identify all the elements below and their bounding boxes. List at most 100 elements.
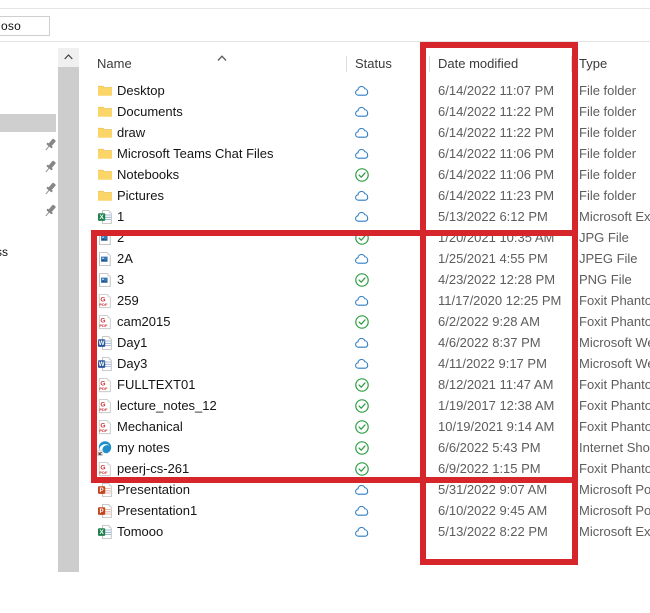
status-available-icon[interactable] — [354, 419, 370, 435]
status-cloud-icon[interactable] — [354, 335, 370, 351]
file-name: Presentation1 — [117, 503, 198, 518]
file-date-modified: 1/19/2017 12:38 AM — [438, 398, 555, 413]
column-header-status[interactable]: Status — [355, 56, 392, 71]
status-available-icon[interactable] — [354, 461, 370, 477]
status-cloud-icon[interactable] — [354, 356, 370, 372]
scroll-up-button[interactable] — [58, 48, 79, 66]
file-name: Desktop — [117, 83, 165, 98]
green-check-circle-icon — [355, 273, 369, 287]
status-cloud-icon[interactable] — [354, 146, 370, 162]
status-cloud-icon[interactable] — [354, 293, 370, 309]
column-header-type[interactable]: Type — [579, 56, 607, 71]
file-date-modified: 5/13/2022 6:12 PM — [438, 209, 548, 224]
file-name: Microsoft Teams Chat Files — [117, 146, 274, 161]
status-available-icon[interactable] — [354, 440, 370, 456]
status-cloud-icon[interactable] — [354, 251, 370, 267]
table-row[interactable]: 2 1/20/2021 10:35 AM JPG File — [79, 227, 650, 248]
table-row[interactable]: P Presentation1 6/10/2022 9:45 AM Microso… — [79, 500, 650, 521]
image-file-icon — [99, 252, 111, 266]
table-row[interactable]: Microsoft Teams Chat Files 6/14/2022 11:… — [79, 143, 650, 164]
cloud-icon — [355, 85, 369, 96]
status-cloud-icon[interactable] — [354, 188, 370, 204]
table-row[interactable]: Pictures 6/14/2022 11:23 PM File folder — [79, 185, 650, 206]
folder-icon — [97, 167, 113, 183]
table-row[interactable]: G PDF 259 11/17/2020 12:25 PM Foxit Phant… — [79, 290, 650, 311]
file-name: Mechanical — [117, 419, 183, 434]
file-date-modified: 1/20/2021 10:35 AM — [438, 230, 555, 245]
file-type: Internet Shor — [579, 440, 650, 455]
image-icon — [97, 272, 113, 288]
table-row[interactable]: W Day3 4/11/2022 9:17 PM Microsoft We — [79, 353, 650, 374]
status-cloud-icon[interactable] — [354, 209, 370, 225]
status-cloud-icon[interactable] — [354, 83, 370, 99]
file-name: 2 — [117, 230, 125, 245]
table-row[interactable]: X 1 5/13/2022 6:12 PM Microsoft Ex — [79, 206, 650, 227]
table-row[interactable]: my notes 6/6/2022 5:43 PM Internet Shor — [79, 437, 650, 458]
column-header-name[interactable]: Name — [97, 56, 132, 71]
edge-icon — [97, 440, 113, 456]
status-cloud-icon[interactable] — [354, 104, 370, 120]
file-date-modified: 6/14/2022 11:22 PM — [438, 104, 555, 119]
file-date-modified: 4/6/2022 8:37 PM — [438, 335, 541, 350]
word-file-icon: W — [98, 336, 112, 350]
powerpoint-icon: P — [97, 503, 113, 519]
status-cloud-icon[interactable] — [354, 125, 370, 141]
address-bar[interactable]: oso — [0, 16, 50, 36]
image-icon — [97, 230, 113, 246]
file-name: 1 — [117, 209, 125, 224]
table-row[interactable]: G PDF peerj-cs-261 6/9/2022 1:15 PM Foxit… — [79, 458, 650, 479]
table-row[interactable]: X Tomooo 5/13/2022 8:22 PM Microsoft Ex — [79, 521, 650, 542]
status-available-icon[interactable] — [354, 167, 370, 183]
status-available-icon[interactable] — [354, 377, 370, 393]
status-available-icon[interactable] — [354, 230, 370, 246]
file-name: cam2015 — [117, 314, 171, 329]
pdf-icon: G PDF — [97, 314, 113, 330]
table-row[interactable]: G PDF Mechanical 10/19/2021 9:14 AM Foxit… — [79, 416, 650, 437]
file-list-view: Name Status Date modified Type Desktop 6… — [79, 42, 650, 572]
svg-text:P: P — [100, 487, 104, 494]
status-cloud-icon[interactable] — [354, 524, 370, 540]
file-name: Notebooks — [117, 167, 180, 182]
file-date-modified: 5/13/2022 8:22 PM — [438, 524, 548, 539]
file-name: Day3 — [117, 356, 148, 371]
file-date-modified: 6/14/2022 11:22 PM — [438, 125, 555, 140]
image-icon — [97, 251, 113, 267]
status-cloud-icon[interactable] — [354, 503, 370, 519]
table-row[interactable]: 2A 1/25/2021 4:55 PM JPEG File — [79, 248, 650, 269]
excel-file-icon: X — [98, 210, 112, 224]
status-available-icon[interactable] — [354, 272, 370, 288]
status-cloud-icon[interactable] — [354, 482, 370, 498]
table-row[interactable]: G PDF lecture_notes_12 1/19/2017 12:38 A… — [79, 395, 650, 416]
column-header-date-modified[interactable]: Date modified — [438, 56, 518, 71]
table-row[interactable]: P Presentation 5/31/2022 9:07 AM Microsof… — [79, 479, 650, 500]
file-date-modified: 6/14/2022 11:06 PM — [438, 146, 555, 161]
table-row[interactable]: W Day1 4/6/2022 8:37 PM Microsoft We — [79, 332, 650, 353]
vertical-scrollbar[interactable] — [58, 48, 79, 572]
pin-icon — [44, 182, 56, 196]
file-type: File folder — [579, 167, 637, 182]
scrollbar-thumb[interactable] — [58, 67, 79, 572]
table-row[interactable]: G PDF FULLTEXT01 8/12/2021 11:47 AM Foxit… — [79, 374, 650, 395]
folder-icon — [98, 169, 112, 180]
status-available-icon[interactable] — [354, 314, 370, 330]
table-row[interactable]: Documents 6/14/2022 11:22 PM File folder — [79, 101, 650, 122]
svg-text:PDF: PDF — [99, 323, 108, 328]
file-date-modified: 6/14/2022 11:23 PM — [438, 188, 555, 203]
table-row[interactable]: G PDF cam2015 6/2/2022 9:28 AM Foxit Phan… — [79, 311, 650, 332]
file-date-modified: 4/11/2022 9:17 PM — [438, 356, 547, 371]
nav-selected-item[interactable] — [0, 114, 56, 132]
file-date-modified: 5/31/2022 9:07 AM — [438, 482, 548, 497]
table-row[interactable]: Notebooks 6/14/2022 11:06 PM File folder — [79, 164, 650, 185]
table-row[interactable]: draw 6/14/2022 11:22 PM File folder — [79, 122, 650, 143]
window-top-strip: oso — [0, 0, 650, 42]
file-name: 2A — [117, 251, 133, 266]
table-row[interactable]: Desktop 6/14/2022 11:07 PM File folder — [79, 80, 650, 101]
pdf-icon: G PDF — [97, 398, 113, 414]
powerpoint-file-icon: P — [98, 483, 112, 497]
status-available-icon[interactable] — [354, 398, 370, 414]
pdf-icon: G PDF — [97, 419, 113, 435]
header-separator — [571, 56, 572, 72]
file-date-modified: 6/14/2022 11:06 PM — [438, 167, 555, 182]
nav-quick-access-label[interactable]: ss — [0, 245, 8, 259]
table-row[interactable]: 3 4/23/2022 12:28 PM PNG File — [79, 269, 650, 290]
